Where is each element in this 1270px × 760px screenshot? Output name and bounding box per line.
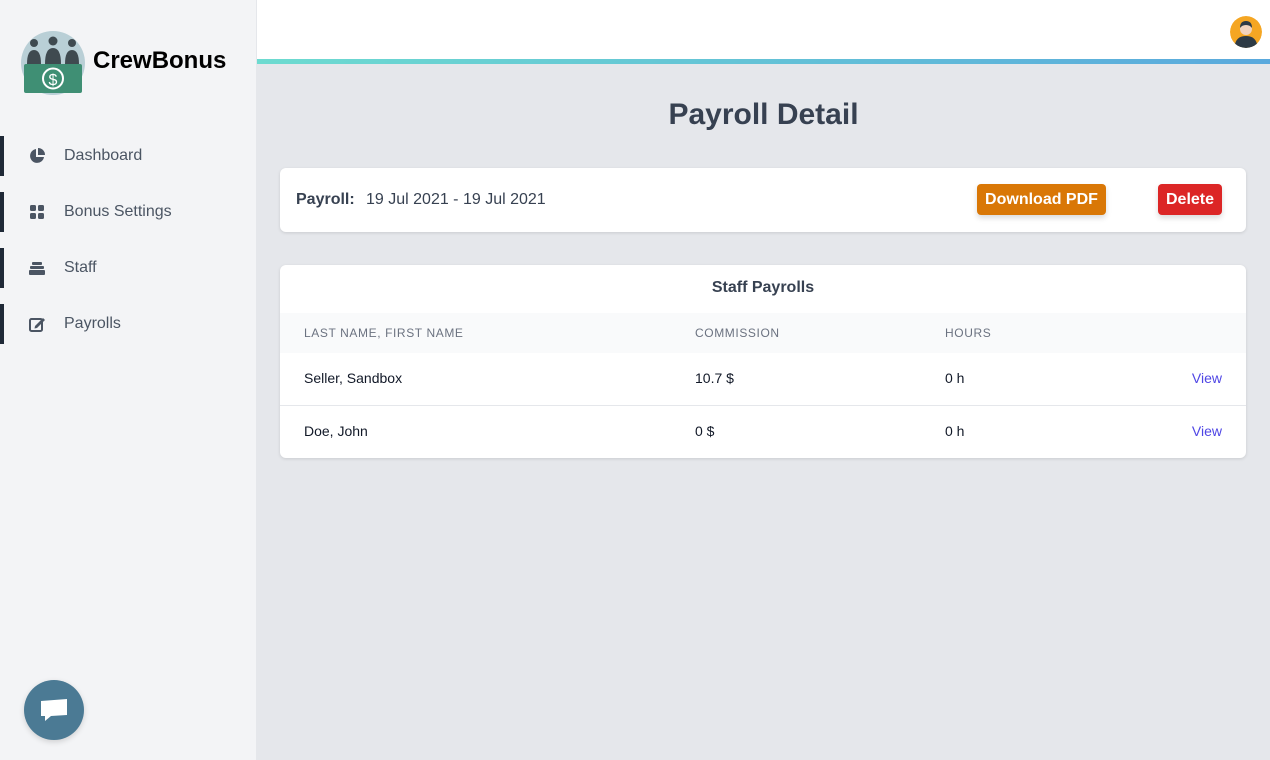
grid-icon bbox=[28, 203, 46, 221]
delete-button[interactable]: Delete bbox=[1158, 184, 1222, 215]
chat-button[interactable] bbox=[24, 680, 84, 740]
staff-payrolls-card: Staff Payrolls LAST NAME, FIRST NAME COM… bbox=[280, 265, 1246, 458]
column-header-hours: HOURS bbox=[945, 326, 992, 340]
view-link[interactable]: View bbox=[1192, 423, 1222, 439]
chat-bubble-icon bbox=[41, 699, 67, 721]
table-row: Seller, Sandbox 10.7 $ 0 h View bbox=[280, 353, 1246, 405]
sidebar-item-label: Payrolls bbox=[64, 315, 121, 332]
sidebar-item-bonus-settings[interactable]: Bonus Settings bbox=[0, 192, 256, 232]
payroll-date-range: 19 Jul 2021 - 19 Jul 2021 bbox=[366, 191, 546, 208]
crew-money-logo-icon: $ bbox=[21, 31, 85, 95]
table-header: LAST NAME, FIRST NAME COMMISSION HOURS bbox=[280, 313, 1246, 353]
column-header-name: LAST NAME, FIRST NAME bbox=[304, 326, 464, 340]
brand[interactable]: $ CrewBonus bbox=[20, 30, 226, 96]
table-row: Doe, John 0 $ 0 h View bbox=[280, 405, 1246, 457]
top-bar bbox=[257, 0, 1270, 64]
page-title: Payroll Detail bbox=[668, 98, 859, 131]
user-avatar-icon bbox=[1230, 16, 1262, 48]
sidebar-nav: Dashboard Bonus Settings Staff Payrolls bbox=[0, 136, 256, 360]
svg-text:$: $ bbox=[49, 72, 58, 89]
staff-commission: 10.7 $ bbox=[695, 370, 734, 386]
staff-hours: 0 h bbox=[945, 370, 965, 386]
view-link[interactable]: View bbox=[1192, 370, 1222, 386]
staff-payrolls-title: Staff Payrolls bbox=[711, 279, 815, 296]
staff-hours: 0 h bbox=[945, 423, 965, 439]
staff-commission: 0 $ bbox=[695, 423, 715, 439]
sidebar: $ CrewBonus Dashboard Bonus Settings Sta… bbox=[0, 0, 257, 760]
main-content: Payroll Detail Payroll: 19 Jul 2021 - 19… bbox=[257, 64, 1270, 760]
edit-icon bbox=[28, 315, 46, 333]
staff-name: Seller, Sandbox bbox=[304, 370, 403, 386]
layers-icon bbox=[28, 259, 46, 277]
user-avatar[interactable] bbox=[1230, 16, 1262, 48]
staff-name: Doe, John bbox=[304, 423, 368, 439]
sidebar-item-staff[interactable]: Staff bbox=[0, 248, 256, 288]
column-header-commission: COMMISSION bbox=[695, 326, 780, 340]
brand-name: CrewBonus bbox=[93, 47, 227, 74]
sidebar-item-dashboard[interactable]: Dashboard bbox=[0, 136, 256, 176]
payroll-summary-card: Payroll: 19 Jul 2021 - 19 Jul 2021 Downl… bbox=[280, 168, 1246, 232]
sidebar-item-label: Staff bbox=[64, 259, 97, 276]
sidebar-item-label: Dashboard bbox=[64, 147, 143, 164]
sidebar-item-label: Bonus Settings bbox=[64, 203, 172, 220]
download-pdf-button[interactable]: Download PDF bbox=[977, 184, 1106, 215]
sidebar-item-payrolls[interactable]: Payrolls bbox=[0, 304, 256, 344]
pie-chart-icon bbox=[28, 147, 46, 165]
payroll-label: Payroll: bbox=[296, 191, 355, 208]
